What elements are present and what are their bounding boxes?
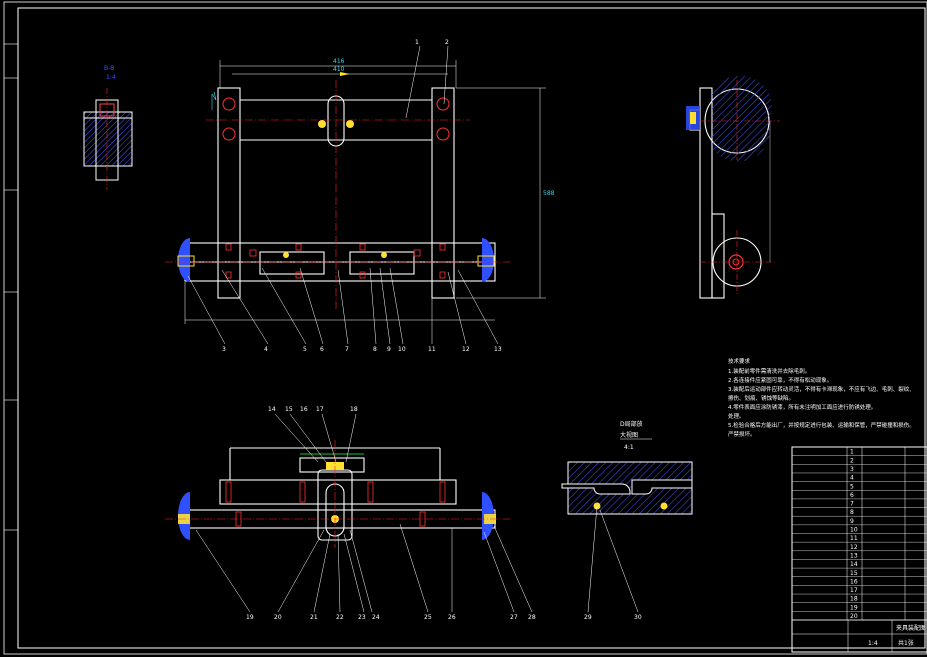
side-view <box>686 75 780 299</box>
title-block: 1234567891011121314151617181920 夹具装配图 1:… <box>791 446 927 653</box>
parts-list-row-number: 15 <box>850 570 858 577</box>
callout-1: 1 <box>415 39 419 46</box>
parts-list-row-number: 14 <box>850 561 858 568</box>
detail-title-2: 大视图 <box>620 431 638 439</box>
parts-list-row-number: 19 <box>850 604 858 611</box>
parts-list-row-number: 6 <box>850 492 854 499</box>
parts-list-row-number: 17 <box>850 587 858 594</box>
parts-list-row-number: 5 <box>850 483 854 490</box>
parts-list-row-number: 18 <box>850 596 858 603</box>
parts-list-row-number: 2 <box>850 457 854 464</box>
callout-27: 27 <box>510 614 518 621</box>
callout-20: 20 <box>274 614 282 621</box>
notes-line-4: 擦伤、划痕、锈蚀等缺陷。 <box>728 394 794 402</box>
parts-list-row-number: 20 <box>850 613 858 620</box>
parts-list-row-number: 3 <box>850 466 854 473</box>
notes-line-2: 2.各连接件应紧固可靠，不得有松动现象。 <box>728 376 832 384</box>
detail-scale: 4:1 <box>624 444 634 451</box>
callout-4: 4 <box>264 346 268 353</box>
callout-30: 30 <box>634 614 642 621</box>
callout-14: 14 <box>268 406 276 413</box>
parts-list-row-number: 11 <box>850 535 858 542</box>
parts-list-row-number: 7 <box>850 501 854 508</box>
parts-list-row-number: 8 <box>850 509 854 516</box>
notes-line-5: 4.零件表面应涂防锈漆，所有未注明加工面应进行防锈处理。 <box>728 403 876 411</box>
notes-line-6: 处理。 <box>728 412 745 420</box>
callout-25: 25 <box>424 614 432 621</box>
callout-22: 22 <box>336 614 344 621</box>
parts-list-row-number: 9 <box>850 518 854 525</box>
section-b-scale: 1:4 <box>106 74 116 81</box>
parts-list-row-number: 1 <box>850 449 854 456</box>
bottom-view: 14 15 16 17 18 19 20 21 22 23 24 25 26 2… <box>165 406 536 621</box>
callout-29: 29 <box>584 614 592 621</box>
callout-10: 10 <box>398 346 406 353</box>
notes-line-7: 5.检验合格后方能出厂，并按规定进行包装、运输和保管，严禁碰撞和损伤。 <box>728 421 915 429</box>
callout-12: 12 <box>462 346 470 353</box>
callout-5: 5 <box>303 346 307 353</box>
drawing-scale: 1:4 <box>868 640 878 647</box>
drawing-sheet: 共1张 <box>898 639 914 647</box>
callout-17: 17 <box>316 406 324 413</box>
callout-28: 28 <box>528 614 536 621</box>
parts-list-row-number: 13 <box>850 552 858 559</box>
callout-16: 16 <box>300 406 308 413</box>
parts-list-row-number: 16 <box>850 578 858 585</box>
callout-24: 24 <box>372 614 380 621</box>
front-view: 416 410 588 1 2 3 4 5 6 7 8 9 10 11 12 1… <box>165 39 555 353</box>
section-b-label: B-B <box>104 65 114 72</box>
callout-11: 11 <box>428 346 436 353</box>
callout-9: 9 <box>387 346 391 353</box>
callout-19: 19 <box>246 614 254 621</box>
parts-list-row-number: 10 <box>850 527 858 534</box>
callout-23: 23 <box>358 614 366 621</box>
drawing-frame <box>3 1 927 655</box>
dim-416: 416 <box>333 58 345 65</box>
cad-drawing-canvas: B-B 1:4 416 410 588 1 2 3 4 5 6 7 8 9 10… <box>3 1 927 655</box>
dim-588: 588 <box>543 190 555 197</box>
callout-13: 13 <box>494 346 502 353</box>
callout-26: 26 <box>448 614 456 621</box>
parts-list-row-number: 12 <box>850 544 858 551</box>
section-b-view: B-B 1:4 <box>83 65 133 190</box>
drawing-name: 夹具装配图 <box>896 624 926 632</box>
notes-line-8: 严禁损坏。 <box>728 430 756 438</box>
dim-410: 410 <box>333 66 345 73</box>
notes-title: 技术要求 <box>728 357 751 365</box>
callout-21: 21 <box>310 614 318 621</box>
callout-6: 6 <box>320 346 324 353</box>
detail-view-d: D局部放 大视图 4:1 29 30 <box>561 420 693 621</box>
notes-line-3: 3.装配后运动部件应转动灵活，不得有卡滞现象，不应有飞边、毛刺、裂纹、 <box>728 385 915 393</box>
detail-title-1: D局部放 <box>620 420 643 428</box>
technical-requirements: 技术要求 1.装配前零件需清洗并去除毛刺。 2.各连接件应紧固可靠，不得有松动现… <box>728 357 915 438</box>
callout-8: 8 <box>373 346 377 353</box>
callout-15: 15 <box>285 406 293 413</box>
notes-line-1: 1.装配前零件需清洗并去除毛刺。 <box>728 367 810 375</box>
callout-2: 2 <box>445 39 449 46</box>
callout-18: 18 <box>350 406 358 413</box>
parts-list-row-number: 4 <box>850 475 854 482</box>
callout-7: 7 <box>345 346 349 353</box>
callout-3: 3 <box>222 346 226 353</box>
